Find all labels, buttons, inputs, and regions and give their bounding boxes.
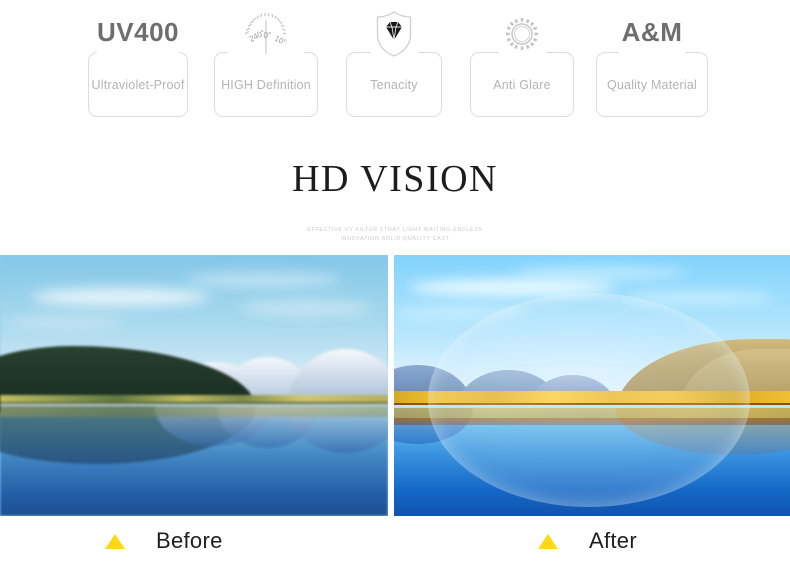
feature-badge-tenacity[interactable]: Tenacity	[346, 11, 442, 117]
subtitle-line-2: INNOVATION SOLID QUALITY CAST	[340, 236, 450, 242]
after-label: After	[589, 528, 637, 553]
triangle-marker-icon	[538, 533, 558, 549]
page-subtitle: EFFECTIVE UV FILTER STRAY LIGHT WAITING …	[0, 226, 790, 244]
before-label-group: Before	[105, 528, 223, 554]
image-divider	[388, 255, 394, 516]
comparison-labels: Before After	[0, 520, 790, 580]
badge-notch	[97, 52, 179, 55]
landscape-scene-before	[0, 255, 388, 516]
page-title: HD VISION	[292, 158, 498, 200]
feature-badge-uv400[interactable]: UV400 Ultraviolet-Proof	[88, 17, 188, 117]
badge-headline-uv400: UV400	[97, 17, 179, 47]
feature-badge-anti-glare[interactable]: Anti Glare	[470, 18, 574, 117]
feature-badge-high-definition[interactable]: 240° 0° 10° HIGH Definition	[214, 12, 318, 117]
badge-caption-anti-glare: Anti Glare	[493, 78, 551, 92]
subtitle-line-1: EFFECTIVE UV FILTER STRAY LIGHT WAITING …	[307, 227, 483, 233]
badge-caption-quality-material: Quality Material	[606, 78, 698, 92]
svg-text:0°: 0°	[264, 31, 272, 40]
badge-caption-uv400: Ultraviolet-Proof	[91, 78, 185, 92]
sun-rays-icon	[494, 9, 550, 59]
after-image-panel	[394, 255, 790, 516]
badge-caption-high-definition: HIGH Definition	[221, 78, 311, 92]
landscape-scene-after	[394, 255, 790, 516]
gauge-dial-icon: 240° 0° 10°	[238, 9, 294, 59]
feature-badge-quality-material[interactable]: A&M Quality Material	[596, 17, 708, 117]
svg-text:10°: 10°	[273, 34, 288, 47]
badge-caption-tenacity: Tenacity	[370, 78, 418, 92]
before-after-comparison-image	[0, 255, 790, 516]
before-label: Before	[156, 528, 223, 553]
shield-diamond-icon	[366, 9, 422, 59]
before-image-panel	[0, 255, 388, 516]
badge-notch	[618, 52, 686, 55]
feature-badge-strip: UV400 Ultraviolet-Proof 240° 0° 10° HIGH…	[0, 0, 790, 135]
badge-headline-quality-material: A&M	[621, 17, 683, 47]
triangle-marker-icon	[105, 533, 125, 549]
after-label-group: After	[538, 528, 637, 554]
